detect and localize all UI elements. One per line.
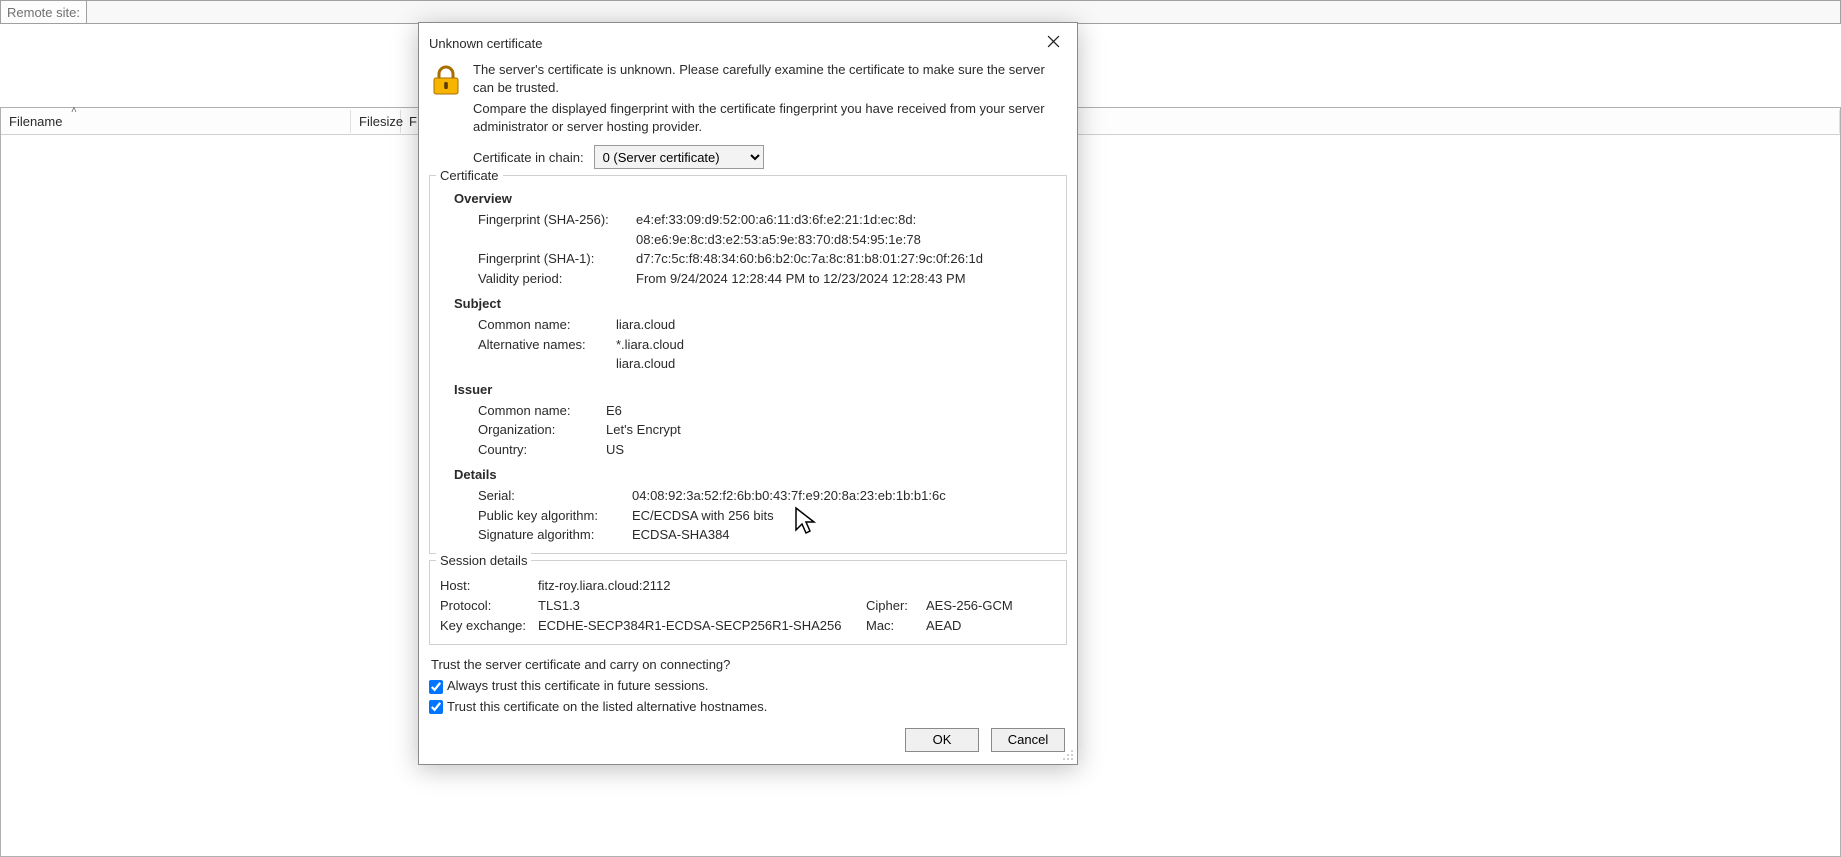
column-filename[interactable]: Filename xyxy=(1,110,351,133)
fingerprint-sha256-label: Fingerprint (SHA-256): xyxy=(478,210,624,249)
validity-value: From 9/24/2024 12:28:44 PM to 12/23/2024… xyxy=(636,269,1056,289)
trust-alt-label: Trust this certificate on the listed alt… xyxy=(447,697,767,718)
subject-alt-value-1: *.liara.cloud xyxy=(616,335,1056,355)
mac-value: AEAD xyxy=(926,616,1056,636)
cipher-label: Cipher: xyxy=(866,596,916,616)
kex-label: Key exchange: xyxy=(440,616,528,636)
remote-site-input[interactable] xyxy=(87,1,1840,23)
mac-label: Mac: xyxy=(866,616,916,636)
subject-cn-value: liara.cloud xyxy=(616,315,1056,335)
host-value: fitz-roy.liara.cloud:2112 xyxy=(538,576,856,596)
chevron-up-icon: ˄ xyxy=(71,105,77,116)
issuer-title: Issuer xyxy=(454,382,1056,397)
pkalg-value: EC/ECDSA with 256 bits xyxy=(632,506,1056,526)
ok-button[interactable]: OK xyxy=(905,728,979,752)
sigalg-label: Signature algorithm: xyxy=(478,525,620,545)
issuer-cn-value: E6 xyxy=(606,401,1056,421)
dialog-title: Unknown certificate xyxy=(429,36,542,51)
issuer-country-label: Country: xyxy=(478,440,594,460)
certificate-group-legend: Certificate xyxy=(436,168,503,183)
subject-cn-label: Common name: xyxy=(478,315,604,335)
close-button[interactable] xyxy=(1033,27,1073,55)
serial-label: Serial: xyxy=(478,486,620,506)
resize-grip-icon[interactable] xyxy=(1061,748,1075,762)
trust-question: Trust the server certificate and carry o… xyxy=(427,651,1069,672)
session-group-legend: Session details xyxy=(436,553,531,568)
warning-line-1: The server's certificate is unknown. Ple… xyxy=(473,61,1067,96)
subject-title: Subject xyxy=(454,296,1056,311)
fingerprint-sha256-value-1: e4:ef:33:09:d9:52:00:a6:11:d3:6f:e2:21:1… xyxy=(636,210,1056,230)
serial-value: 04:08:92:3a:52:f2:6b:b0:43:7f:e9:20:8a:2… xyxy=(632,486,1056,506)
overview-title: Overview xyxy=(454,191,1056,206)
protocol-value: TLS1.3 xyxy=(538,596,856,616)
always-trust-checkbox[interactable] xyxy=(429,680,443,694)
issuer-org-label: Organization: xyxy=(478,420,594,440)
host-label: Host: xyxy=(440,576,528,596)
validity-label: Validity period: xyxy=(478,269,624,289)
trust-alt-checkbox-row[interactable]: Trust this certificate on the listed alt… xyxy=(427,697,1065,718)
certificate-chain-select[interactable]: 0 (Server certificate) xyxy=(594,145,764,169)
certificate-chain-label: Certificate in chain: xyxy=(473,150,584,165)
remote-site-bar: Remote site: xyxy=(0,0,1841,24)
fingerprint-sha1-label: Fingerprint (SHA-1): xyxy=(478,249,624,269)
trust-alt-checkbox[interactable] xyxy=(429,700,443,714)
subject-alt-value-2: liara.cloud xyxy=(616,354,1056,374)
remote-site-label: Remote site: xyxy=(1,1,87,23)
fingerprint-sha1-value: d7:7c:5c:f8:48:34:60:b6:b2:0c:7a:8c:81:b… xyxy=(636,249,1056,269)
dialog-titlebar: Unknown certificate xyxy=(419,23,1077,61)
close-icon xyxy=(1047,35,1060,48)
pkalg-label: Public key algorithm: xyxy=(478,506,620,526)
issuer-cn-label: Common name: xyxy=(478,401,594,421)
unknown-certificate-dialog: Unknown certificate The server's certifi… xyxy=(418,22,1078,765)
cancel-button[interactable]: Cancel xyxy=(991,728,1065,752)
always-trust-label: Always trust this certificate in future … xyxy=(447,676,709,697)
issuer-org-value: Let's Encrypt xyxy=(606,420,1056,440)
lock-warning-icon xyxy=(429,63,463,100)
sigalg-value: ECDSA-SHA384 xyxy=(632,525,1056,545)
protocol-label: Protocol: xyxy=(440,596,528,616)
details-title: Details xyxy=(454,467,1056,482)
column-filesize[interactable]: Filesize xyxy=(351,110,401,133)
kex-value: ECDHE-SECP384R1-ECDSA-SECP256R1-SHA256 xyxy=(538,616,856,636)
always-trust-checkbox-row[interactable]: Always trust this certificate in future … xyxy=(427,676,1065,697)
subject-alt-label: Alternative names: xyxy=(478,335,604,374)
issuer-country-value: US xyxy=(606,440,1056,460)
fingerprint-sha256-value-2: 08:e6:9e:8c:d3:e2:53:a5:9e:83:70:d8:54:9… xyxy=(636,230,1056,250)
warning-line-2: Compare the displayed fingerprint with t… xyxy=(473,100,1067,135)
cipher-value: AES-256-GCM xyxy=(926,596,1056,616)
